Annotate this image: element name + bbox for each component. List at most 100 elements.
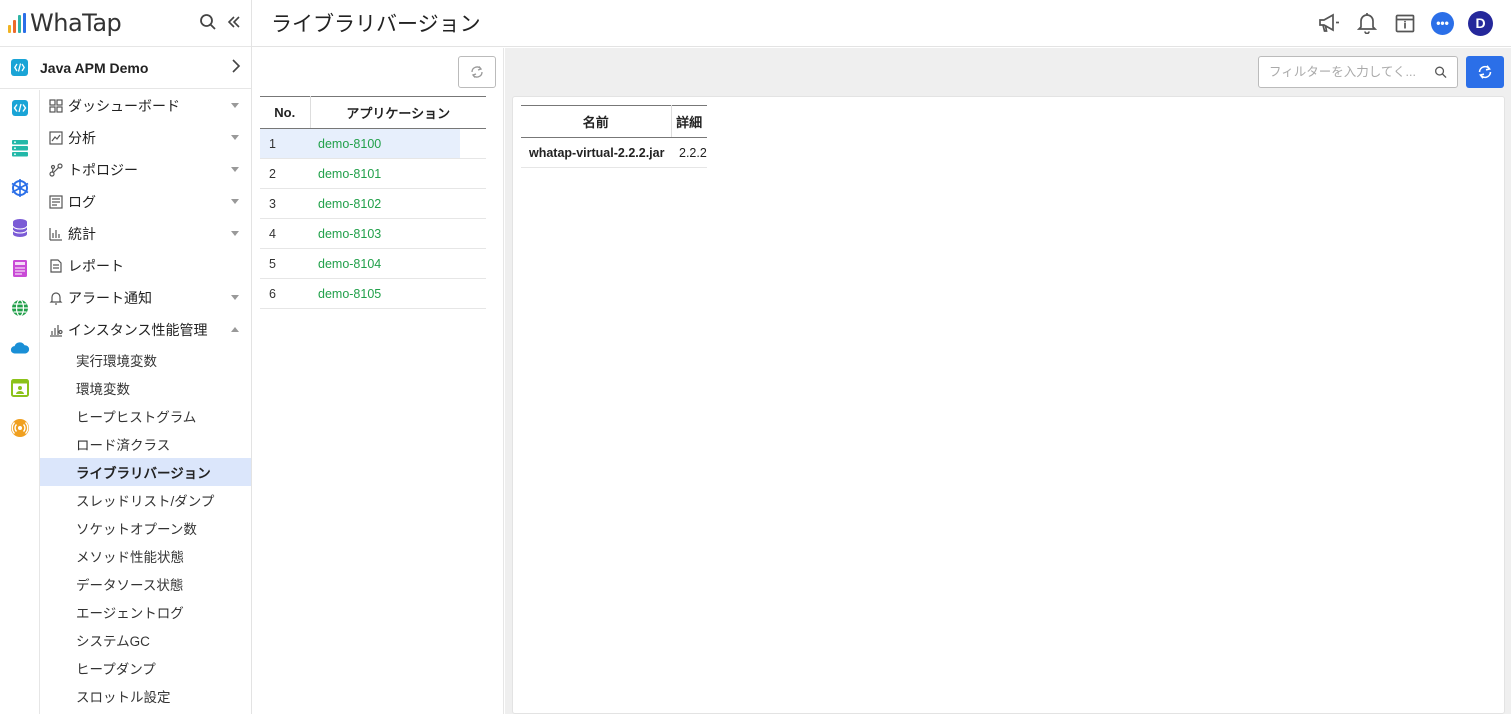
filter-input[interactable]	[1269, 65, 1435, 79]
sub-heap-histogram[interactable]: ヒープヒストグラム	[40, 402, 251, 430]
instance-icon	[48, 322, 64, 338]
menu-instance-performance[interactable]: インスタンス性能管理	[40, 314, 251, 346]
table-row[interactable]: 1 demo-8100	[260, 128, 486, 159]
project-selector[interactable]: Java APM Demo	[0, 47, 251, 89]
collapse-sidebar-icon[interactable]	[227, 15, 241, 32]
topology-icon	[48, 162, 64, 178]
application-panel: No. アプリケーション 1 demo-8100 2 demo-8101 3 d…	[252, 48, 504, 714]
row-app-name[interactable]: demo-8102	[310, 188, 460, 219]
side-menu: ダッシューボード 分析 トポロジー ログ 統計 レポート アラート通知 インスタ…	[40, 90, 251, 710]
row-app-name[interactable]: demo-8104	[310, 248, 460, 279]
column-header-name[interactable]: 名前	[521, 105, 672, 138]
menu-label: アラート通知	[68, 290, 152, 306]
row-pad	[460, 278, 486, 309]
sub-loaded-classes[interactable]: ロード済クラス	[40, 430, 251, 458]
broadcast-icon[interactable]	[10, 418, 30, 438]
table-row: whatap-virtual-2.2.2.jar 2.2.2	[521, 137, 707, 168]
column-header-no[interactable]: No.	[260, 96, 311, 129]
cloud-icon[interactable]	[10, 338, 30, 358]
row-no: 6	[260, 278, 310, 309]
chart-icon	[48, 130, 64, 146]
menu-label: ログ	[68, 194, 96, 210]
sub-agent-log[interactable]: エージェントログ	[40, 598, 251, 626]
sub-runtime-env[interactable]: 実行環境変数	[40, 346, 251, 374]
log-product-icon[interactable]	[10, 258, 30, 278]
menu-alert[interactable]: アラート通知	[40, 282, 251, 314]
database-icon[interactable]	[10, 218, 30, 238]
table-row[interactable]: 6 demo-8105	[260, 278, 486, 309]
apm-code-icon[interactable]	[10, 98, 30, 118]
refresh-icon	[1478, 65, 1492, 79]
detail-card: 名前 詳細 whatap-virtual-2.2.2.jar 2.2.2	[512, 96, 1505, 714]
menu-label: インスタンス性能管理	[68, 322, 208, 338]
refresh-icon	[471, 66, 483, 78]
row-pad	[460, 218, 486, 249]
caret-down-icon	[231, 231, 239, 236]
grid-icon	[48, 98, 64, 114]
menu-dashboard[interactable]: ダッシューボード	[40, 90, 251, 122]
notification-bell-icon[interactable]	[1355, 11, 1379, 35]
sub-thread-dump[interactable]: スレッドリスト/ダンプ	[40, 486, 251, 514]
column-header-detail[interactable]: 詳細	[671, 105, 707, 138]
log-icon	[48, 194, 64, 210]
sidebar: WhaTap Java APM Demo ダッシューボード 分析 トポロジー ロ…	[0, 0, 252, 714]
library-version: 2.2.2	[671, 137, 707, 168]
row-no: 2	[260, 158, 310, 189]
row-no: 1	[260, 128, 310, 159]
avatar[interactable]: D	[1468, 10, 1493, 36]
server-icon[interactable]	[10, 138, 30, 158]
sub-throttle[interactable]: スロットル設定	[40, 682, 251, 710]
table-row[interactable]: 5 demo-8104	[260, 248, 486, 279]
filter-field[interactable]	[1258, 56, 1458, 88]
code-icon	[11, 59, 28, 76]
detail-refresh-button[interactable]	[1466, 56, 1504, 88]
sub-library-version[interactable]: ライブラリバージョン	[40, 458, 251, 486]
sub-datasource[interactable]: データソース状態	[40, 570, 251, 598]
library-table: 名前 詳細 whatap-virtual-2.2.2.jar 2.2.2	[521, 105, 707, 168]
kubernetes-icon[interactable]	[10, 178, 30, 198]
logo-text: WhaTap	[30, 9, 122, 37]
sub-method-perf[interactable]: メソッド性能状態	[40, 542, 251, 570]
column-header-application[interactable]: アプリケーション	[310, 96, 486, 129]
sub-system-gc[interactable]: システムGC	[40, 626, 251, 654]
whatap-logo-icon	[8, 13, 26, 33]
row-no: 3	[260, 188, 310, 219]
menu-label: ダッシューボード	[68, 98, 180, 114]
menu-label: 分析	[68, 130, 96, 146]
row-app-name[interactable]: demo-8103	[310, 218, 460, 249]
row-pad	[460, 128, 486, 159]
info-calendar-icon[interactable]	[1393, 11, 1417, 35]
page-title: ライブラリバージョン	[271, 12, 481, 36]
megaphone-icon[interactable]	[1317, 11, 1341, 35]
menu-stats[interactable]: 統計	[40, 218, 251, 250]
table-row[interactable]: 4 demo-8103	[260, 218, 486, 249]
menu-label: 統計	[68, 226, 96, 242]
chevron-right-icon	[231, 59, 241, 76]
sub-heap-dump[interactable]: ヒープダンプ	[40, 654, 251, 682]
caret-down-icon	[231, 167, 239, 172]
chat-icon[interactable]: •••	[1431, 11, 1454, 35]
search-icon[interactable]	[199, 13, 217, 34]
menu-analysis[interactable]: 分析	[40, 122, 251, 154]
project-name: Java APM Demo	[40, 59, 149, 76]
menu-label: トポロジー	[68, 162, 138, 178]
row-app-name[interactable]: demo-8105	[310, 278, 460, 309]
menu-log[interactable]: ログ	[40, 186, 251, 218]
page-header: ライブラリバージョン ••• D	[252, 0, 1511, 47]
table-row[interactable]: 2 demo-8101	[260, 158, 486, 189]
caret-down-icon	[231, 103, 239, 108]
menu-topology[interactable]: トポロジー	[40, 154, 251, 186]
app-refresh-button[interactable]	[458, 56, 496, 88]
sub-socket-open[interactable]: ソケットオプーン数	[40, 514, 251, 542]
table-row[interactable]: 3 demo-8102	[260, 188, 486, 219]
row-app-name[interactable]: demo-8100	[310, 128, 460, 159]
menu-label: レポート	[68, 258, 124, 274]
detail-area: 名前 詳細 whatap-virtual-2.2.2.jar 2.2.2	[505, 48, 1511, 714]
menu-report[interactable]: レポート	[40, 250, 251, 282]
caret-down-icon	[231, 199, 239, 204]
stats-icon	[48, 226, 64, 242]
row-app-name[interactable]: demo-8101	[310, 158, 460, 189]
sub-env-vars[interactable]: 環境変数	[40, 374, 251, 402]
globe-icon[interactable]	[10, 298, 30, 318]
user-card-icon[interactable]	[10, 378, 30, 398]
